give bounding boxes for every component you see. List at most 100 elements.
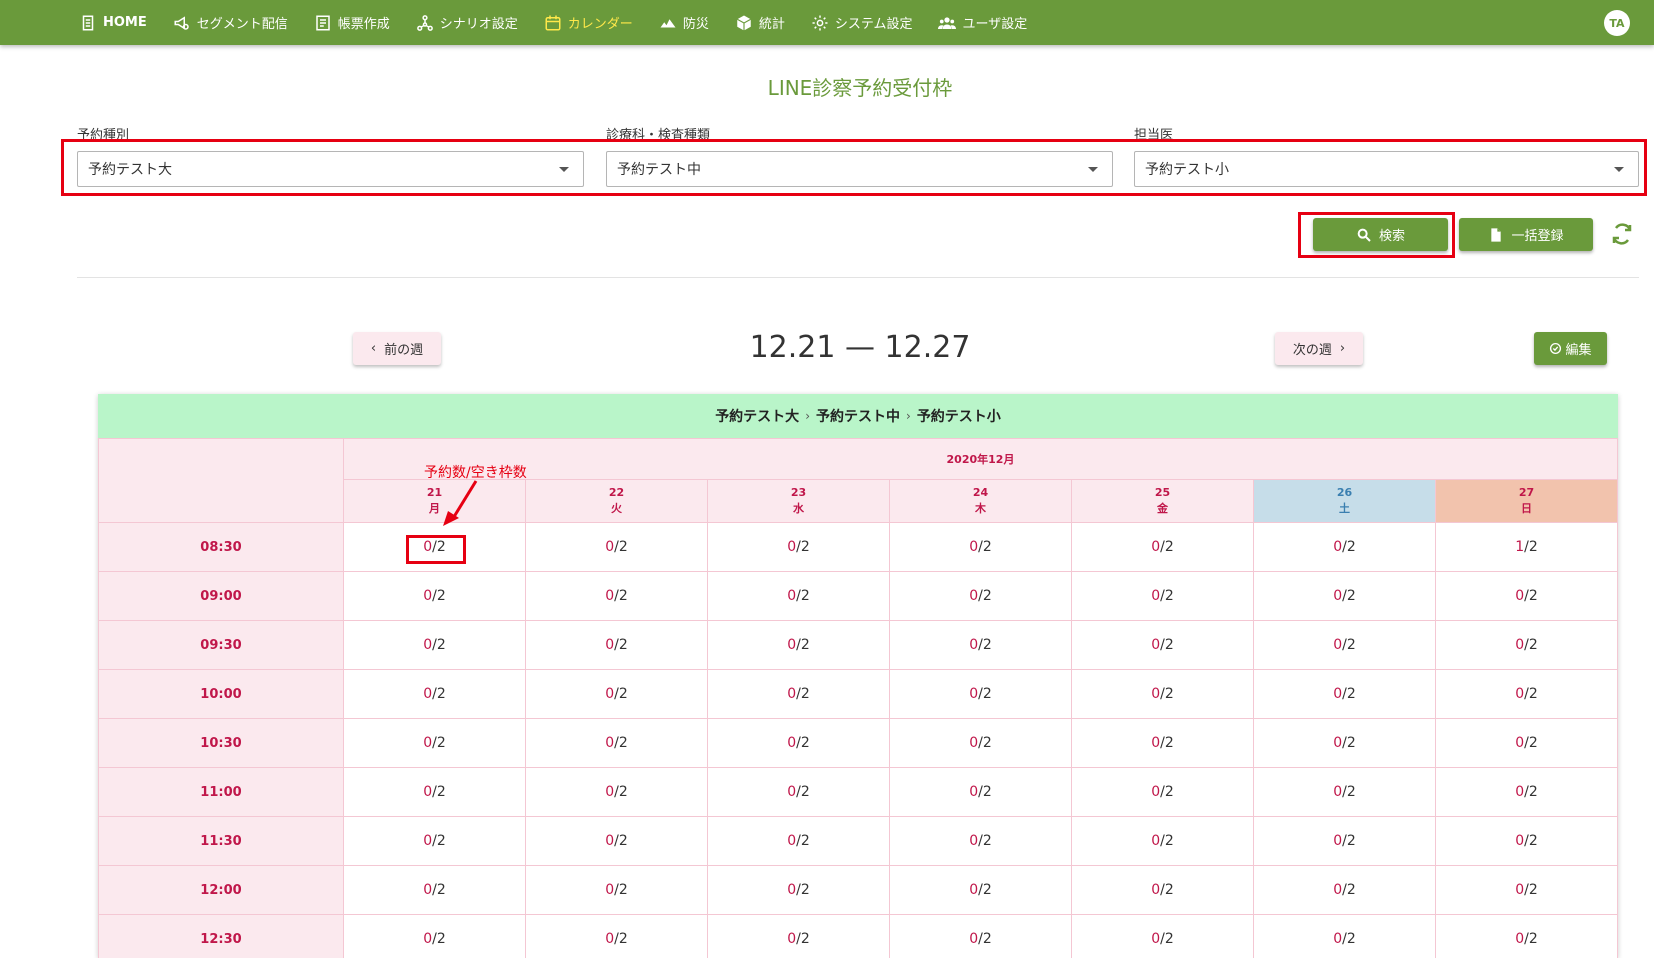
slot-cell[interactable]: 0/2 [889,914,1072,958]
slot-cell[interactable]: 0/2 [525,865,708,915]
prev-week-button[interactable]: ‹ 前の週 [353,332,441,365]
slot-cell[interactable]: 0/2 [889,718,1072,768]
search-button-label: 検索 [1378,229,1405,244]
slot-cell[interactable]: 0/2 [1253,816,1436,866]
time-label: 10:30 [98,718,344,768]
slot-cell[interactable]: 0/2 [889,767,1072,817]
slot-cell[interactable]: 0/2 [1435,914,1618,958]
slot-booked-count: 0 [423,784,433,800]
slot-cell[interactable]: 0/2 [343,620,526,670]
nav-item-calendar[interactable]: カレンダー [543,13,633,33]
nav-item-system-settings[interactable]: システム設定 [810,13,912,33]
top-navbar: HOME セグメント配信 帳票作成 シナリオ設定 カレンダー 防災 統計 システ… [0,0,1654,45]
slot-booked-count: 0 [1151,735,1161,751]
next-week-button[interactable]: 次の週 › [1275,332,1363,365]
slot-booked-count: 0 [605,931,615,947]
slot-cell[interactable]: 0/2 [1071,669,1254,719]
nav-item-stats[interactable]: 統計 [734,13,785,33]
slot-cell[interactable]: 0/2 [1435,865,1618,915]
slot-cell[interactable]: 0/2 [1071,865,1254,915]
slot-cell[interactable]: 0/2 [343,718,526,768]
slot-capacity: /2 [614,637,628,653]
slot-cell[interactable]: 0/2 [1071,620,1254,670]
slot-capacity: /2 [1342,931,1356,947]
slot-capacity: /2 [1524,539,1538,555]
bulk-register-button[interactable]: 一括登録 [1459,218,1593,251]
avatar[interactable]: TA [1604,10,1630,36]
slot-cell[interactable]: 0/2 [1435,669,1618,719]
megaphone-icon [172,13,192,33]
slot-cell[interactable]: 0/2 [707,669,890,719]
nav-item-report[interactable]: 帳票作成 [313,13,390,33]
slot-cell[interactable]: 0/2 [525,669,708,719]
slot-cell[interactable]: 0/2 [1253,718,1436,768]
slot-cell[interactable]: 0/2 [707,865,890,915]
nav-item-scenario[interactable]: シナリオ設定 [415,13,518,33]
slot-cell[interactable]: 0/2 [343,865,526,915]
slot-cell[interactable]: 0/2 [525,522,708,572]
slot-capacity: /2 [796,833,810,849]
slot-cell[interactable]: 0/2 [343,571,526,621]
divider [77,277,1639,278]
slot-cell[interactable]: 0/2 [1071,718,1254,768]
slot-cell[interactable]: 0/2 [707,718,890,768]
slot-booked-count: 0 [1515,882,1525,898]
slot-cell[interactable]: 0/2 [707,767,890,817]
day-header: 21 月 [343,479,526,523]
slot-cell[interactable]: 0/2 [1253,669,1436,719]
slot-cell[interactable]: 0/2 [1071,522,1254,572]
slot-cell[interactable]: 0/2 [707,816,890,866]
slot-cell[interactable]: 0/2 [889,620,1072,670]
edit-button[interactable]: 編集 [1534,332,1607,365]
search-button[interactable]: 検索 [1313,218,1448,251]
slot-cell[interactable]: 0/2 [1253,620,1436,670]
slot-cell[interactable]: 0/2 [707,571,890,621]
refresh-icon[interactable] [1610,222,1634,246]
slot-cell[interactable]: 0/2 [343,816,526,866]
nav-item-label: シナリオ設定 [439,17,518,32]
slot-cell[interactable]: 0/2 [525,914,708,958]
nav-item-home[interactable]: HOME [78,13,147,33]
slot-cell[interactable]: 0/2 [343,669,526,719]
slot-cell[interactable]: 0/2 [889,669,1072,719]
nav-item-user-settings[interactable]: ユーザ設定 [937,13,1027,33]
slot-cell[interactable]: 0/2 [889,522,1072,572]
slot-cell[interactable]: 1/2 [1435,522,1618,572]
calendar: 予約テスト大 › 予約テスト中 › 予約テスト小 2020年12月 21 月 22 火… [98,394,1618,958]
slot-cell[interactable]: 0/2 [889,571,1072,621]
nav-item-segment[interactable]: セグメント配信 [172,13,288,33]
slot-cell[interactable]: 0/2 [525,571,708,621]
slot-cell[interactable]: 0/2 [525,718,708,768]
slot-cell[interactable]: 0/2 [1071,767,1254,817]
slot-cell[interactable]: 0/2 [343,767,526,817]
slot-cell[interactable]: 0/2 [1435,718,1618,768]
slot-cell[interactable]: 0/2 [1253,522,1436,572]
nav-item-disaster[interactable]: 防災 [658,13,709,33]
table-row: 11:30 0/2 0/2 0/2 0/2 0/2 0/2 0/2 [98,816,1618,866]
slot-cell[interactable]: 0/2 [707,522,890,572]
slot-cell[interactable]: 0/2 [1253,865,1436,915]
doctor-select[interactable]: 予約テスト小 [1134,151,1639,187]
department-select[interactable]: 予約テスト中 [606,151,1113,187]
slot-cell[interactable]: 0/2 [525,767,708,817]
slot-cell[interactable]: 0/2 [1071,571,1254,621]
slot-cell[interactable]: 0/2 [1435,620,1618,670]
slot-capacity: /2 [1524,735,1538,751]
slot-cell[interactable]: 0/2 [1071,816,1254,866]
slot-cell[interactable]: 0/2 [525,620,708,670]
slot-cell[interactable]: 0/2 [1071,914,1254,958]
slot-cell[interactable]: 0/2 [1253,571,1436,621]
category-select[interactable]: 予約テスト大 [77,151,584,187]
slot-cell[interactable]: 0/2 [1253,914,1436,958]
slot-booked-count: 0 [1333,882,1343,898]
slot-cell[interactable]: 0/2 [1435,767,1618,817]
slot-cell[interactable]: 0/2 [1435,571,1618,621]
slot-cell[interactable]: 0/2 [1435,816,1618,866]
slot-cell[interactable]: 0/2 [707,914,890,958]
slot-cell[interactable]: 0/2 [889,865,1072,915]
slot-cell[interactable]: 0/2 [1253,767,1436,817]
slot-cell[interactable]: 0/2 [889,816,1072,866]
slot-cell[interactable]: 0/2 [707,620,890,670]
slot-cell[interactable]: 0/2 [525,816,708,866]
slot-cell[interactable]: 0/2 [343,914,526,958]
